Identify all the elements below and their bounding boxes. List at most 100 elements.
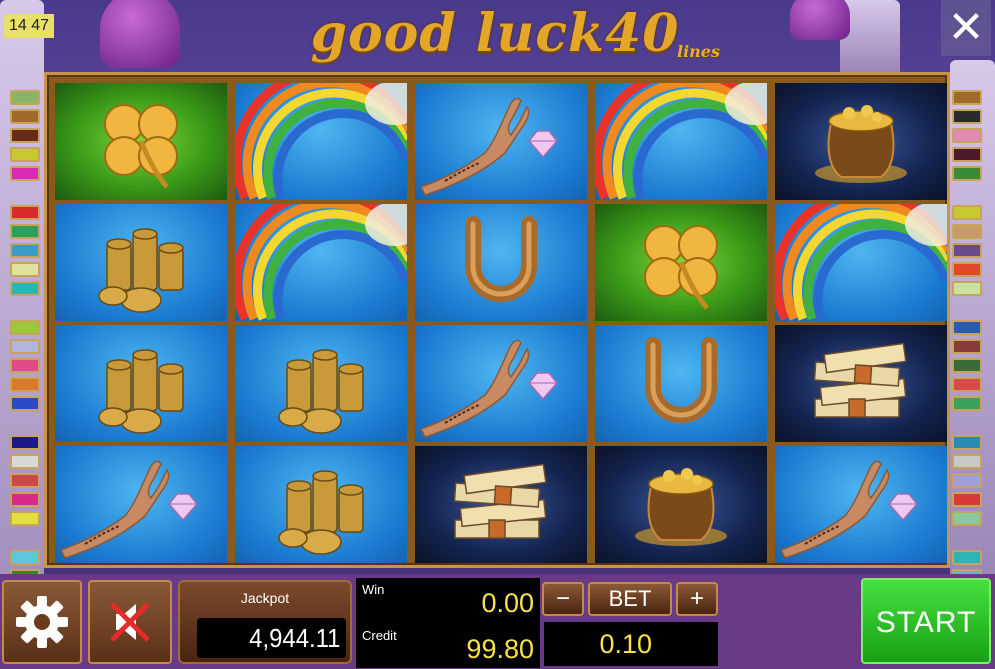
payline-marker	[10, 358, 40, 373]
payline-marker	[10, 454, 40, 469]
horseshoe-icon	[465, 216, 537, 302]
reel-symbol-rainbow	[235, 204, 407, 321]
sound-toggle-button[interactable]	[88, 580, 172, 664]
payline-marker	[952, 243, 982, 258]
settings-button[interactable]	[2, 580, 82, 664]
payline-marker	[10, 511, 40, 526]
payline-marker	[10, 320, 40, 335]
money-stack-icon	[453, 463, 547, 539]
horseshoe-icon	[645, 337, 717, 423]
jackpot-label: Jackpot	[240, 590, 290, 606]
reel-symbol-clover	[595, 204, 767, 321]
credit-label: Credit	[362, 628, 397, 643]
hand-diamond-icon	[59, 460, 198, 559]
game-logo: good luck40 lines	[260, 0, 730, 72]
coins-icon	[98, 349, 184, 434]
reel-symbol-rainbow	[235, 83, 407, 200]
payline-marker	[952, 454, 982, 469]
clover-icon	[644, 225, 718, 310]
payline-marker	[952, 166, 982, 181]
payline-marker	[952, 281, 982, 296]
coins-icon	[98, 228, 184, 313]
payline-marker	[10, 396, 40, 411]
win-credit-panel: Win 0.00 Credit 99.80	[356, 578, 540, 668]
payline-marker	[10, 166, 40, 181]
rainbow-icon	[235, 204, 407, 321]
bet-increase-button[interactable]: +	[676, 582, 718, 616]
clover-icon	[104, 104, 178, 189]
hand-diamond-icon	[419, 339, 558, 438]
payline-marker	[10, 339, 40, 354]
payline-marker	[10, 109, 40, 124]
payline-marker	[952, 492, 982, 507]
payline-marker	[952, 339, 982, 354]
payline-markers-left	[10, 90, 40, 607]
hand-diamond-icon	[419, 97, 558, 196]
close-button[interactable]: ✕	[941, 0, 991, 56]
reel-symbol-coins	[235, 325, 407, 442]
reel-symbol-rainbow	[595, 83, 767, 200]
payline-marker	[952, 147, 982, 162]
payline-marker	[10, 550, 40, 565]
hand-diamond-icon	[779, 460, 918, 559]
bet-label-button[interactable]: BET	[588, 582, 672, 616]
gold-pot-icon	[815, 105, 907, 183]
rainbow-icon	[235, 83, 407, 200]
payline-marker	[10, 224, 40, 239]
speaker-muted-icon	[110, 602, 150, 642]
reel-symbol-horseshoe	[415, 204, 587, 321]
coins-icon	[278, 349, 364, 434]
payline-marker	[952, 473, 982, 488]
reel-symbol-horseshoe	[595, 325, 767, 442]
start-button[interactable]: START	[861, 578, 991, 664]
payline-marker	[10, 473, 40, 488]
reel-symbol-coins	[55, 325, 227, 442]
gear-icon	[16, 596, 68, 648]
payline-marker	[952, 205, 982, 220]
jackpot-panel: Jackpot 4,944.11	[178, 580, 352, 664]
control-bar: Jackpot 4,944.11 Win 0.00 Credit 99.80 −…	[0, 574, 995, 669]
rainbow-icon	[595, 83, 767, 200]
payline-marker	[10, 435, 40, 450]
reel-symbol-gold-pot	[775, 83, 947, 200]
bet-value: 0.10	[544, 622, 718, 666]
payline-marker	[10, 262, 40, 277]
reel-symbol-coins	[235, 446, 407, 563]
payline-marker	[10, 90, 40, 105]
reel-symbol-hand-diamond	[55, 446, 227, 563]
payline-marker	[952, 511, 982, 526]
payline-marker	[952, 377, 982, 392]
reel-symbol-gold-pot	[595, 446, 767, 563]
money-stack-icon	[813, 342, 907, 418]
dome-left	[100, 0, 180, 68]
payline-marker	[10, 377, 40, 392]
payline-marker	[10, 243, 40, 258]
payline-marker	[952, 358, 982, 373]
reel-symbol-money-stack	[775, 325, 947, 442]
reel-symbol-money-stack	[415, 446, 587, 563]
reel-symbol-clover	[55, 83, 227, 200]
bet-decrease-button[interactable]: −	[542, 582, 584, 616]
reel-symbol-hand-diamond	[775, 446, 947, 563]
payline-marker	[952, 224, 982, 239]
coins-icon	[278, 470, 364, 555]
reel-symbol-coins	[55, 204, 227, 321]
payline-marker	[10, 492, 40, 507]
dome-right	[790, 0, 850, 40]
payline-marker	[952, 128, 982, 143]
reel-symbol-hand-diamond	[415, 83, 587, 200]
payline-marker	[952, 320, 982, 335]
logo-subtitle: lines	[677, 42, 720, 61]
win-label: Win	[362, 582, 385, 597]
payline-marker	[952, 550, 982, 565]
payline-marker	[952, 109, 982, 124]
clock: 14 47	[4, 14, 54, 38]
payline-marker	[952, 262, 982, 277]
reel-symbol-rainbow	[775, 204, 947, 321]
close-icon: ✕	[947, 3, 985, 52]
payline-marker	[10, 128, 40, 143]
payline-marker	[952, 90, 982, 105]
rainbow-icon	[775, 204, 947, 321]
payline-marker	[10, 147, 40, 162]
payline-marker	[10, 205, 40, 220]
